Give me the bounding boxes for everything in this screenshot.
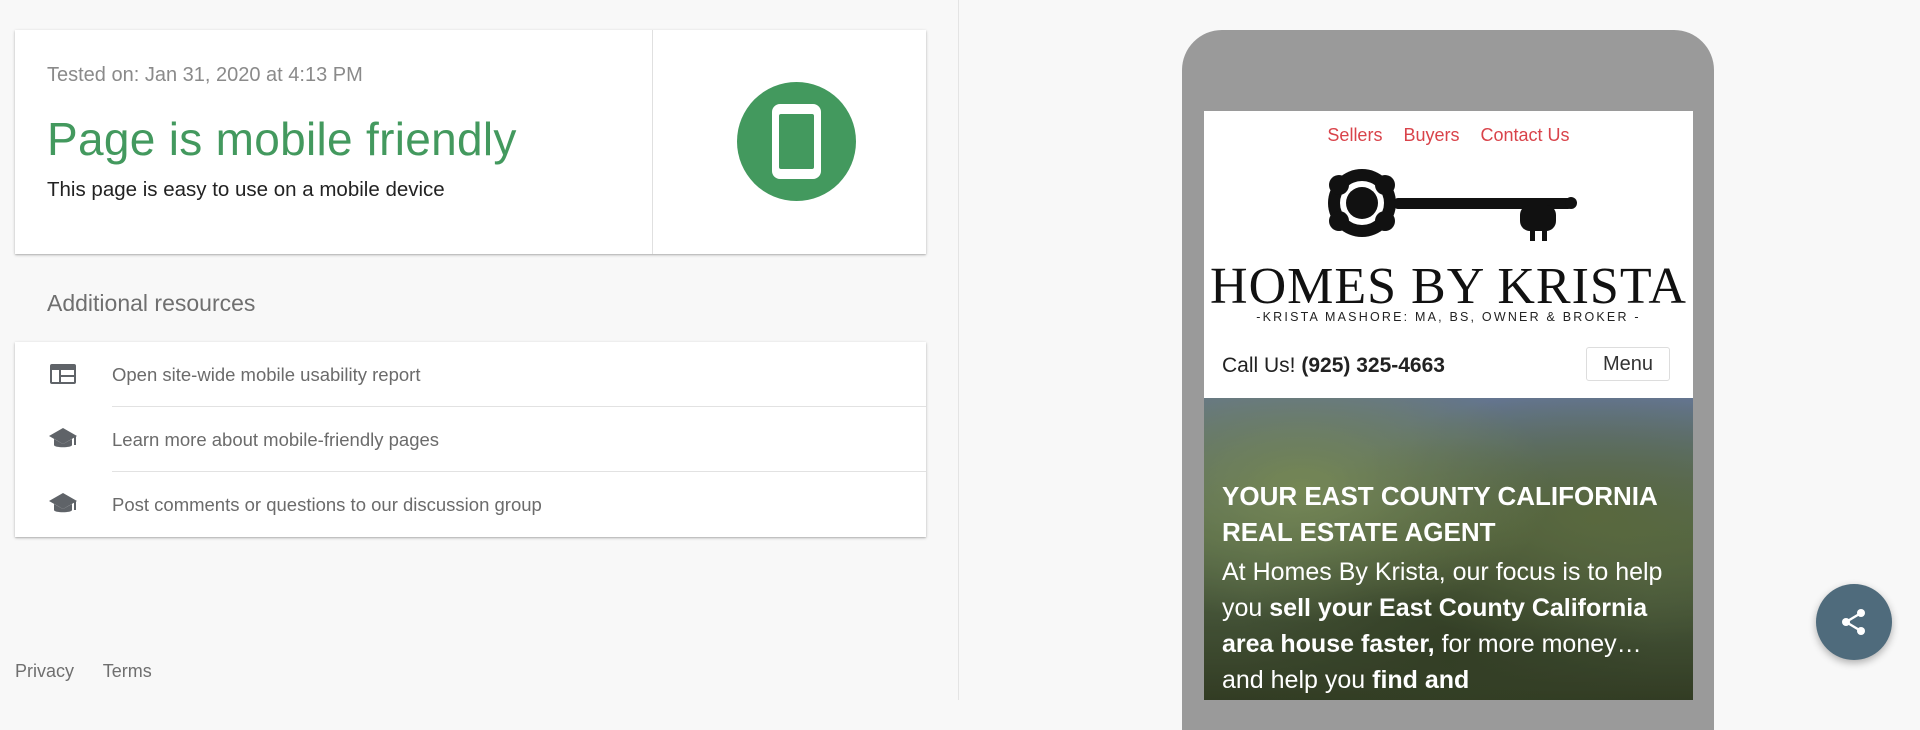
page-preview-screenshot[interactable]: Sellers Buyers Contact Us HOMES BY KRIST… xyxy=(1204,111,1693,700)
terms-link[interactable]: Terms xyxy=(103,661,152,681)
site-tagline: -KRISTA MASHORE: MA, BS, OWNER & BROKER … xyxy=(1256,310,1641,324)
hero-title: YOUR EAST COUNTY CALIFORNIA REAL ESTATE … xyxy=(1222,481,1657,547)
footer-links: Privacy Terms xyxy=(15,661,176,682)
result-icon-area xyxy=(653,30,926,254)
result-title: Page is mobile friendly xyxy=(47,113,517,165)
tested-on-timestamp: Tested on: Jan 31, 2020 at 4:13 PM xyxy=(47,64,363,86)
key-logo-icon xyxy=(1328,169,1577,241)
resource-discussion-group-link[interactable]: Post comments or questions to our discus… xyxy=(15,472,926,537)
hero-text-bold: find and xyxy=(1372,666,1470,694)
school-icon xyxy=(49,493,77,513)
site-nav: Sellers Buyers Contact Us xyxy=(1204,125,1693,146)
call-prefix: Call Us! xyxy=(1222,354,1296,377)
result-description: This page is easy to use on a mobile dev… xyxy=(47,178,445,201)
privacy-link[interactable]: Privacy xyxy=(15,661,74,681)
resources-heading: Additional resources xyxy=(47,290,256,316)
web-layout-icon xyxy=(50,364,76,384)
mobile-phone-icon xyxy=(737,82,856,201)
resource-label: Learn more about mobile-friendly pages xyxy=(112,429,440,450)
phone-number: (925) 325-4663 xyxy=(1301,354,1445,377)
site-nav-contact: Contact Us xyxy=(1480,125,1570,145)
resource-label: Open site-wide mobile usability report xyxy=(112,364,421,385)
results-pane: Tested on: Jan 31, 2020 at 4:13 PM Page … xyxy=(0,0,958,700)
result-card: Tested on: Jan 31, 2020 at 4:13 PM Page … xyxy=(15,30,926,254)
resource-learn-more-link[interactable]: Learn more about mobile-friendly pages xyxy=(15,407,926,472)
site-brand: HOMES BY KRISTA xyxy=(1210,258,1687,315)
share-button[interactable] xyxy=(1816,584,1892,660)
resources-list: Open site-wide mobile usability report L… xyxy=(15,342,926,537)
resource-label: Post comments or questions to our discus… xyxy=(112,494,542,515)
site-call-line: Call Us! (925) 325-4663 xyxy=(1222,354,1445,378)
result-summary: Tested on: Jan 31, 2020 at 4:13 PM Page … xyxy=(15,30,653,254)
hero-text: At Homes By Krista, our focus is to help… xyxy=(1222,554,1682,698)
site-nav-sellers: Sellers xyxy=(1327,125,1383,145)
resource-usability-report-link[interactable]: Open site-wide mobile usability report xyxy=(15,342,926,407)
site-nav-buyers: Buyers xyxy=(1403,125,1460,145)
school-icon xyxy=(49,428,77,448)
share-icon xyxy=(1842,609,1865,635)
site-hero: YOUR EAST COUNTY CALIFORNIA REAL ESTATE … xyxy=(1204,398,1693,700)
preview-pane: Sellers Buyers Contact Us HOMES BY KRIST… xyxy=(959,0,1920,730)
site-menu-button: Menu xyxy=(1586,347,1670,381)
